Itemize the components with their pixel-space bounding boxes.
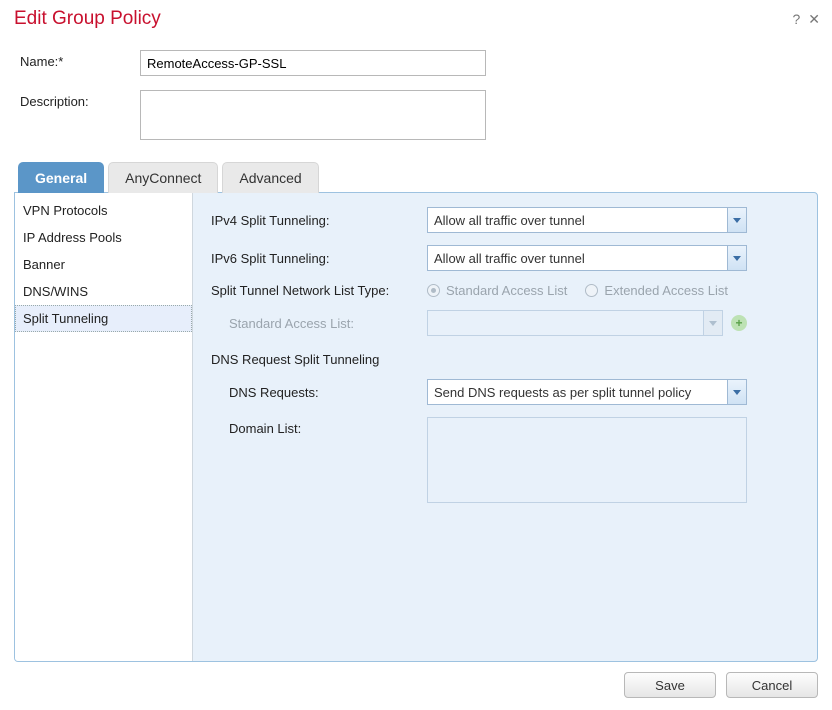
dialog-titlebar: Edit Group Policy ? ✕: [0, 0, 832, 36]
side-item-vpn-protocols[interactable]: VPN Protocols: [15, 197, 192, 224]
tab-anyconnect[interactable]: AnyConnect: [108, 162, 218, 193]
radio-standard-label: Standard Access List: [446, 283, 567, 298]
std-access-list-label: Standard Access List:: [211, 316, 427, 331]
tab-general[interactable]: General: [18, 162, 104, 193]
radio-standard-access-list: Standard Access List: [427, 283, 567, 298]
description-label: Description:: [20, 90, 140, 109]
side-item-banner[interactable]: Banner: [15, 251, 192, 278]
std-access-list-value: [427, 310, 703, 336]
dns-requests-label: DNS Requests:: [211, 385, 427, 400]
ipv6-split-label: IPv6 Split Tunneling:: [211, 251, 427, 266]
chevron-down-icon: [703, 310, 723, 336]
close-icon[interactable]: ✕: [808, 11, 820, 28]
ipv4-split-label: IPv4 Split Tunneling:: [211, 213, 427, 228]
radio-icon: [585, 284, 598, 297]
ipv6-split-value: Allow all traffic over tunnel: [427, 245, 727, 271]
name-label: Name:*: [20, 50, 140, 69]
domain-list-box: [427, 417, 747, 503]
side-item-dns-wins[interactable]: DNS/WINS: [15, 278, 192, 305]
ipv6-split-select[interactable]: Allow all traffic over tunnel: [427, 245, 747, 271]
chevron-down-icon[interactable]: [727, 245, 747, 271]
tab-advanced[interactable]: Advanced: [222, 162, 318, 193]
chevron-down-icon[interactable]: [727, 379, 747, 405]
dialog-title: Edit Group Policy: [14, 8, 792, 30]
dialog-footer: Save Cancel: [0, 662, 832, 710]
tab-body: VPN Protocols IP Address Pools Banner DN…: [14, 192, 818, 662]
save-button[interactable]: Save: [624, 672, 716, 698]
description-input[interactable]: [140, 90, 486, 140]
list-type-radios: Standard Access List Extended Access Lis…: [427, 283, 728, 298]
tab-strip: General AnyConnect Advanced: [14, 162, 818, 192]
ipv4-split-select[interactable]: Allow all traffic over tunnel: [427, 207, 747, 233]
edit-group-policy-dialog: Edit Group Policy ? ✕ Name:* Description…: [0, 0, 832, 710]
cancel-button[interactable]: Cancel: [726, 672, 818, 698]
side-item-ip-address-pools[interactable]: IP Address Pools: [15, 224, 192, 251]
radio-extended-label: Extended Access List: [604, 283, 728, 298]
dns-requests-select[interactable]: Send DNS requests as per split tunnel po…: [427, 379, 747, 405]
split-tunneling-panel: IPv4 Split Tunneling: Allow all traffic …: [193, 193, 817, 661]
form-header: Name:* Description:: [0, 36, 832, 162]
name-input[interactable]: [140, 50, 486, 76]
titlebar-actions: ? ✕: [792, 11, 820, 28]
dns-section-heading: DNS Request Split Tunneling: [211, 352, 801, 367]
domain-list-label: Domain List:: [211, 417, 427, 436]
ipv4-split-value: Allow all traffic over tunnel: [427, 207, 727, 233]
radio-extended-access-list: Extended Access List: [585, 283, 728, 298]
dns-requests-value: Send DNS requests as per split tunnel po…: [427, 379, 727, 405]
side-nav: VPN Protocols IP Address Pools Banner DN…: [15, 193, 193, 661]
std-access-list-select: [427, 310, 723, 336]
add-icon[interactable]: +: [731, 315, 747, 331]
help-icon[interactable]: ?: [792, 11, 800, 28]
radio-icon: [427, 284, 440, 297]
list-type-label: Split Tunnel Network List Type:: [211, 283, 427, 298]
chevron-down-icon[interactable]: [727, 207, 747, 233]
side-item-split-tunneling[interactable]: Split Tunneling: [15, 305, 192, 332]
